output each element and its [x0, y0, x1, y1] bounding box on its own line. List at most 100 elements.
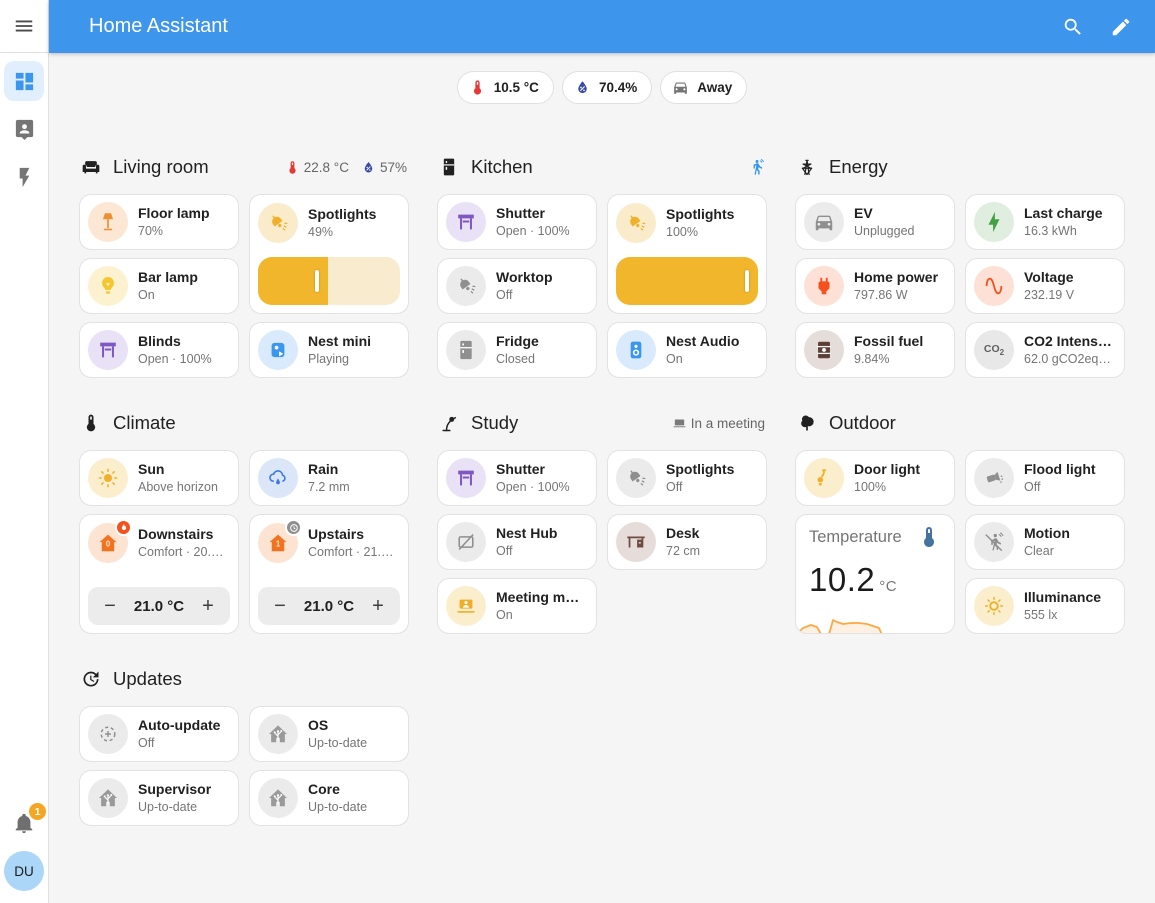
desk-icon: [625, 531, 647, 553]
temp-decrease-button[interactable]: −: [94, 590, 126, 622]
home-power-card[interactable]: Home power797.86 W: [795, 258, 955, 314]
nest-audio-card[interactable]: Nest AudioOn: [607, 322, 767, 378]
core-card[interactable]: CoreUp-to-date: [249, 770, 409, 826]
worktop-card[interactable]: WorktopOff: [437, 258, 597, 314]
upstairs-card[interactable]: 1UpstairsComfort · 21.7…−21.0 °C+: [249, 514, 409, 634]
motion-card[interactable]: MotionClear: [965, 514, 1125, 570]
fossil-fuel-card[interactable]: Fossil fuel9.84%: [795, 322, 955, 378]
entity-state: Off: [1024, 480, 1096, 495]
sidebar-nav: [4, 53, 44, 197]
slider-handle[interactable]: [745, 270, 749, 292]
pencil-icon: [1110, 16, 1132, 38]
clock-badge: [285, 519, 302, 536]
spot-light-icon: [267, 212, 289, 234]
nest-hub-card[interactable]: Nest HubOff: [437, 514, 597, 570]
section-title: Kitchen: [471, 156, 533, 178]
sidebar-item-badge-account[interactable]: [4, 109, 44, 149]
spotlights-card[interactable]: Spotlights49%: [249, 194, 409, 314]
entity-icon-circle: [446, 330, 486, 370]
sidebar-item-dashboard[interactable]: [4, 61, 44, 101]
rain-card[interactable]: Rain 7.2 mm: [249, 450, 409, 506]
section-title: Energy: [829, 156, 888, 178]
sensor-value: 10.2°C: [809, 561, 941, 599]
entity-state: 7.2 mm: [308, 480, 350, 495]
entity-texts: Spotlights100%: [666, 206, 734, 240]
svg-text:1: 1: [276, 540, 281, 549]
shutter-icon: [455, 467, 477, 489]
entity-name: Spotlights: [308, 206, 376, 223]
nest-mini-card[interactable]: Nest miniPlaying: [249, 322, 409, 378]
entity-name: Upstairs: [308, 526, 400, 543]
co2-intensity-card[interactable]: CO2CO2 Intensity62.0 gCO2eq/…: [965, 322, 1125, 378]
chip-temperature[interactable]: 10.5 °C: [457, 71, 554, 104]
sun-card[interactable]: SunAbove horizon: [79, 450, 239, 506]
entity-name: Rain: [308, 461, 350, 478]
notifications-button[interactable]: 1: [4, 803, 44, 843]
fridge-card[interactable]: FridgeClosed: [437, 322, 597, 378]
sidebar-item-energy[interactable]: [4, 157, 44, 197]
entity-texts: MotionClear: [1024, 525, 1070, 559]
menu-button[interactable]: [0, 0, 48, 53]
bulb-icon: [97, 275, 119, 297]
rain-icon: [267, 467, 289, 489]
entity-texts: EVUnplugged: [854, 205, 914, 239]
temp-increase-button[interactable]: +: [362, 590, 394, 622]
entity-icon-circle: [804, 458, 844, 498]
voltage-card[interactable]: Voltage232.19 V: [965, 258, 1125, 314]
temp-decrease-button[interactable]: −: [264, 590, 296, 622]
entity-texts: BlindsOpen · 100%: [138, 333, 212, 367]
desk-lamp-icon: [439, 413, 459, 433]
ev-card[interactable]: EVUnplugged: [795, 194, 955, 250]
os-card[interactable]: OSUp-to-date: [249, 706, 409, 762]
entity-texts: Bar lampOn: [138, 269, 198, 303]
section-header: StudyIn a meeting: [437, 408, 767, 438]
plug-icon: [813, 275, 835, 297]
shutter-card[interactable]: ShutterOpen · 100%: [437, 194, 597, 250]
user-avatar[interactable]: DU: [4, 851, 44, 891]
avatar-initials: DU: [14, 864, 34, 879]
chip-humidity[interactable]: 70.4%: [562, 71, 652, 104]
slider-handle[interactable]: [315, 270, 319, 292]
floor-lamp-card[interactable]: Floor lamp70%: [79, 194, 239, 250]
chip-car-presence[interactable]: Away: [660, 71, 747, 104]
temperature-card[interactable]: Temperature10.2°C: [795, 514, 955, 634]
supervisor-card[interactable]: SupervisorUp-to-date: [79, 770, 239, 826]
section-title: Outdoor: [829, 412, 896, 434]
app-header: Home Assistant: [49, 0, 1155, 53]
blinds-card[interactable]: BlindsOpen · 100%: [79, 322, 239, 378]
shutter-card[interactable]: ShutterOpen · 100%: [437, 450, 597, 506]
section-outdoor: Outdoor Door light100%Flood lightOffTempe…: [795, 408, 1125, 634]
flood-light-card[interactable]: Flood lightOff: [965, 450, 1125, 506]
thermometer-icon: [917, 525, 941, 549]
chip-label: 10.5 °C: [494, 80, 539, 95]
status-chips: 10.5 °C 70.4%Away: [49, 71, 1155, 104]
entity-icon-circle: [446, 522, 486, 562]
meeting-mode-card[interactable]: Meeting modeOn: [437, 578, 597, 634]
last-charge-card[interactable]: Last charge16.3 kWh: [965, 194, 1125, 250]
svg-text:0: 0: [106, 540, 111, 549]
tower-icon: [797, 157, 817, 177]
spotlights-card[interactable]: SpotlightsOff: [607, 450, 767, 506]
temp-increase-button[interactable]: +: [192, 590, 224, 622]
desk-card[interactable]: Desk72 cm: [607, 514, 767, 570]
humidity-icon: [361, 160, 376, 175]
entity-name: Core: [308, 781, 367, 798]
brightness-slider[interactable]: [258, 257, 400, 305]
bar-lamp-card[interactable]: Bar lampOn: [79, 258, 239, 314]
brightness-slider[interactable]: [616, 257, 758, 305]
auto-update-card[interactable]: Auto-updateOff: [79, 706, 239, 762]
edit-dashboard-button[interactable]: [1101, 7, 1141, 47]
illuminance-card[interactable]: Illuminance555 lx: [965, 578, 1125, 634]
sensor-unit: °C: [879, 578, 897, 595]
shutter-icon: [455, 211, 477, 233]
section-living-room: Living room22.8 °C57%Floor lamp70%Spotli…: [79, 152, 409, 378]
spotlights-card[interactable]: Spotlights100%: [607, 194, 767, 314]
entity-icon-circle: [804, 202, 844, 242]
door-light-card[interactable]: Door light100%: [795, 450, 955, 506]
header-actions: [1053, 7, 1141, 47]
entity-name: Blinds: [138, 333, 212, 350]
search-button[interactable]: [1053, 7, 1093, 47]
downstairs-card[interactable]: 0DownstairsComfort · 20.8…−21.0 °C+: [79, 514, 239, 634]
section-title: Updates: [113, 668, 182, 690]
humidity-icon: [574, 79, 591, 96]
